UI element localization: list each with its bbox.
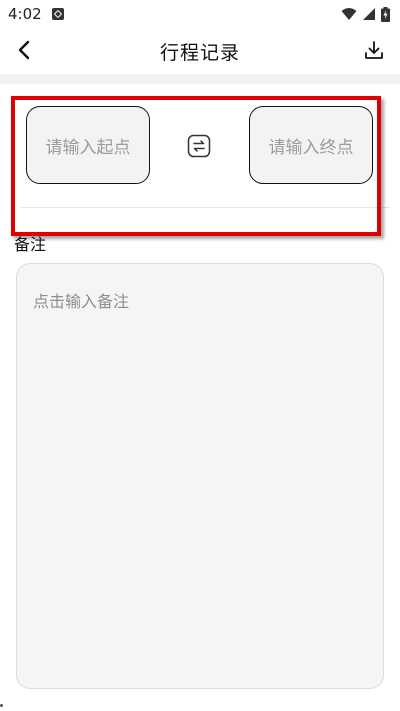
back-button[interactable] bbox=[10, 36, 38, 64]
wifi-icon bbox=[341, 8, 357, 20]
swap-icon bbox=[187, 134, 211, 158]
status-time: 4:02 bbox=[8, 5, 42, 23]
cellular-signal-icon bbox=[363, 8, 375, 20]
end-location-input[interactable]: 请输入终点 bbox=[249, 106, 373, 184]
app-header: 行程记录 bbox=[0, 28, 400, 74]
note-placeholder: 点击输入备注 bbox=[33, 292, 130, 311]
swap-locations-button[interactable] bbox=[187, 134, 211, 158]
status-bar: 4:02 bbox=[0, 0, 400, 28]
download-button[interactable] bbox=[360, 36, 388, 64]
battery-icon bbox=[381, 6, 390, 22]
note-textarea[interactable]: 点击输入备注 bbox=[16, 263, 384, 689]
header-divider bbox=[0, 74, 400, 84]
chevron-left-icon bbox=[18, 40, 30, 60]
start-location-placeholder: 请输入起点 bbox=[45, 137, 131, 158]
route-divider bbox=[20, 207, 390, 208]
notification-app-icon bbox=[51, 8, 64, 20]
download-icon bbox=[365, 41, 383, 59]
start-location-input[interactable]: 请输入起点 bbox=[26, 106, 150, 184]
edge-dot bbox=[0, 704, 3, 707]
route-section: 请输入起点 请输入终点 bbox=[0, 84, 400, 208]
end-location-placeholder: 请输入终点 bbox=[268, 137, 354, 158]
page-title: 行程记录 bbox=[159, 41, 240, 64]
note-label: 备注 bbox=[14, 235, 47, 254]
